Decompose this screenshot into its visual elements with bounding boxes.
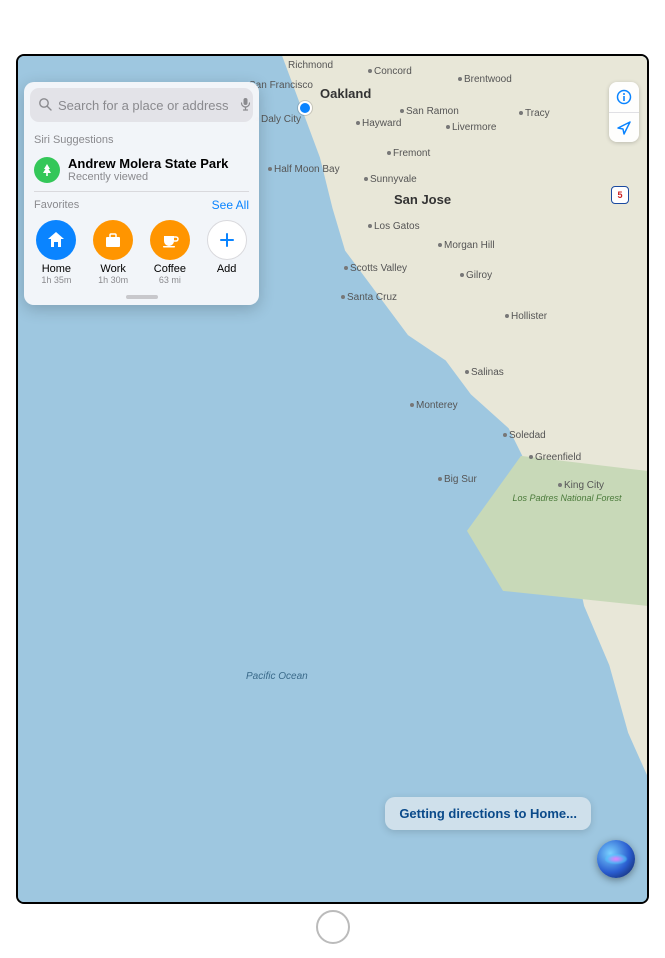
search-field[interactable]	[30, 88, 253, 122]
favorite-coffee[interactable]: Coffee63 mi	[142, 220, 199, 285]
city-label: Gilroy	[460, 270, 492, 281]
map-controls	[609, 82, 639, 142]
map-info-button[interactable]	[609, 82, 639, 112]
favorites-header: Favorites See All	[24, 192, 259, 216]
city-label: Morgan Hill	[438, 240, 495, 251]
city-label: Richmond	[288, 60, 333, 71]
city-label: Santa Cruz	[341, 292, 397, 303]
screen: 9:41 AM Tue Sep 15 100% Los Padres Natio…	[18, 56, 647, 902]
city-label: Brentwood	[458, 74, 512, 85]
favorite-sub: 1h 30m	[85, 275, 142, 285]
favorite-sub: 63 mi	[142, 275, 199, 285]
city-label: Concord	[368, 66, 412, 77]
siri-orb-icon[interactable]	[597, 840, 635, 878]
city-label: Livermore	[446, 122, 496, 133]
siri-response-toast: Getting directions to Home...	[385, 797, 591, 830]
locate-me-button[interactable]	[609, 112, 639, 142]
search-card: Siri Suggestions Andrew Molera State Par…	[24, 82, 259, 305]
favorite-home[interactable]: Home1h 35m	[28, 220, 85, 285]
favorite-label: Coffee	[142, 263, 199, 275]
siri-suggestions-header: Siri Suggestions	[24, 128, 259, 150]
see-all-link[interactable]: See All	[212, 198, 249, 212]
city-label: Monterey	[410, 400, 458, 411]
city-label: Tracy	[519, 108, 550, 119]
favorite-add[interactable]: Add	[198, 220, 255, 285]
search-input[interactable]	[58, 98, 234, 113]
city-label: San Ramon	[400, 106, 459, 117]
dictate-icon[interactable]	[240, 97, 251, 114]
city-label: Soledad	[503, 430, 546, 441]
city-label: Half Moon Bay	[268, 164, 340, 175]
city-label: Salinas	[465, 367, 504, 378]
favorite-label: Home	[28, 263, 85, 275]
city-label: Daly City	[255, 114, 301, 125]
city-label: Big Sur	[438, 474, 477, 485]
favorite-label: Add	[198, 263, 255, 275]
map-forest-label: Los Padres National Forest	[512, 494, 622, 504]
city-label: Hollister	[505, 311, 547, 322]
home-button[interactable]	[316, 910, 350, 944]
suggestion-title: Andrew Molera State Park	[68, 156, 228, 171]
highway-shield-icon: 5	[611, 186, 629, 204]
card-grabber[interactable]	[126, 295, 158, 299]
city-label: Los Gatos	[368, 221, 420, 232]
city-label: Fremont	[387, 148, 430, 159]
city-label: Hayward	[356, 118, 401, 129]
city-label: Sunnyvale	[364, 174, 417, 185]
map-ocean-label: Pacific Ocean	[246, 671, 308, 682]
city-label: Oakland	[320, 86, 371, 101]
home-icon	[36, 220, 76, 260]
favorite-label: Work	[85, 263, 142, 275]
city-label: Greenfield	[529, 452, 581, 463]
user-location-dot	[298, 101, 312, 115]
city-label: San Jose	[394, 192, 451, 207]
city-label: Scotts Valley	[344, 263, 407, 274]
city-label: King City	[558, 480, 604, 491]
park-pin-icon	[34, 157, 60, 183]
favorites-row: Home1h 35mWork1h 30mCoffee63 miAdd	[24, 216, 259, 295]
cup-icon	[150, 220, 190, 260]
search-icon	[38, 97, 52, 114]
plus-icon	[207, 220, 247, 260]
device-frame: 9:41 AM Tue Sep 15 100% Los Padres Natio…	[0, 0, 665, 958]
suggestion-subtitle: Recently viewed	[68, 171, 228, 183]
briefcase-icon	[93, 220, 133, 260]
favorite-work[interactable]: Work1h 30m	[85, 220, 142, 285]
siri-suggestion-item[interactable]: Andrew Molera State Park Recently viewed	[24, 150, 259, 191]
favorite-sub: 1h 35m	[28, 275, 85, 285]
